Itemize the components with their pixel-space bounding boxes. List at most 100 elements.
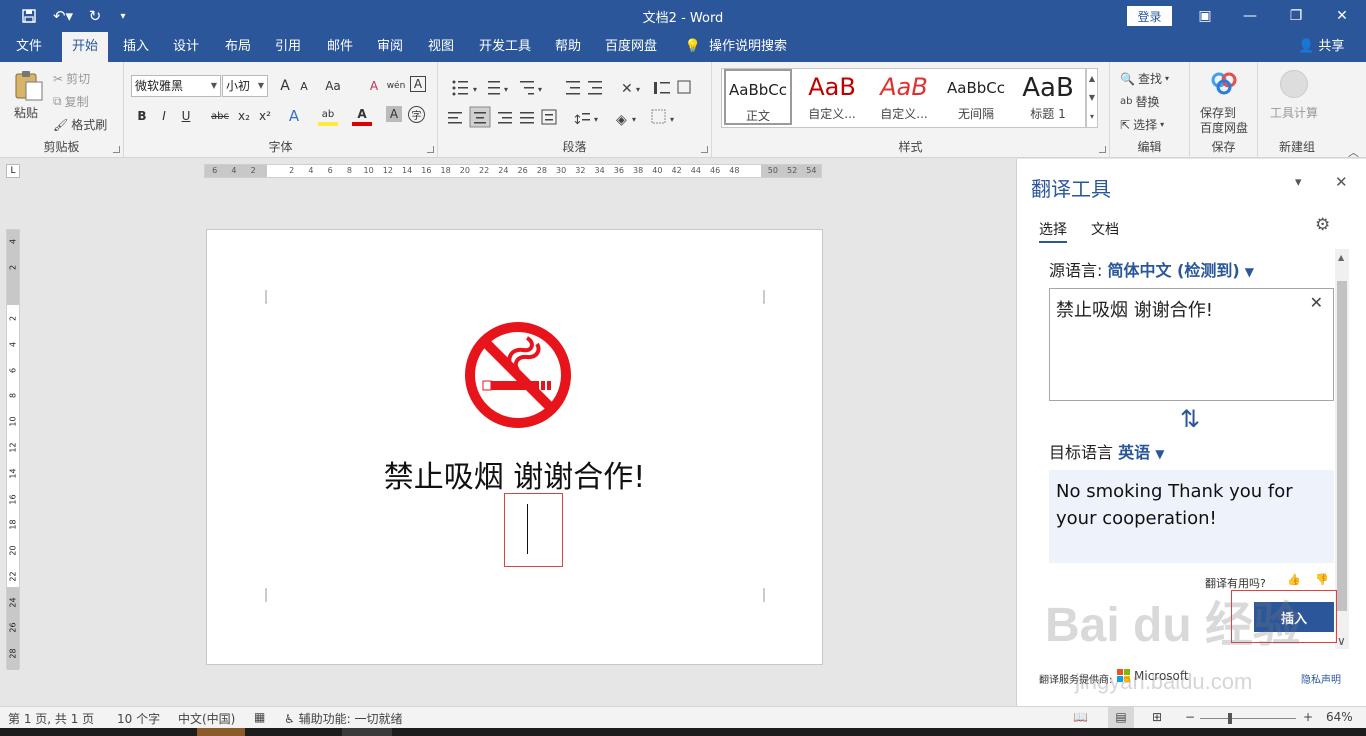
subscript-icon[interactable]: x₂ <box>234 106 254 126</box>
print-layout-icon[interactable]: ▤ <box>1108 707 1134 728</box>
scroll-up-icon[interactable]: ▲ <box>1338 253 1344 262</box>
clipboard-launcher-icon[interactable] <box>113 146 120 153</box>
tab-mailings[interactable]: 邮件 <box>320 32 360 62</box>
word-count[interactable]: 10 个字 <box>117 710 160 727</box>
accessibility-status[interactable]: ♿ 辅助功能: 一切就绪 <box>284 710 402 727</box>
format-painter-button[interactable]: 🖌 格式刷 <box>53 116 107 133</box>
tab-insert[interactable]: 插入 <box>116 32 156 62</box>
maximize-button[interactable]: ❐ <box>1276 4 1316 28</box>
taskbar-app[interactable] <box>197 728 245 736</box>
clear-format-icon[interactable]: A <box>364 76 384 96</box>
read-mode-icon[interactable]: 📖 <box>1073 710 1088 724</box>
italic-icon[interactable]: I <box>154 106 174 126</box>
privacy-link[interactable]: 隐私声明 <box>1301 671 1341 686</box>
font-size-select[interactable]: 小初 ▼ <box>222 75 268 97</box>
find-button[interactable]: 🔍 查找 ▾ <box>1120 70 1169 87</box>
source-text-box[interactable]: 禁止吸烟 谢谢合作! ✕ <box>1049 288 1334 401</box>
share-button[interactable]: 👤 共享 <box>1298 32 1344 62</box>
web-layout-icon[interactable]: ⊞ <box>1152 710 1162 724</box>
select-button[interactable]: ⇱ 选择 ▾ <box>1120 116 1164 133</box>
tab-layout[interactable]: 布局 <box>218 32 258 62</box>
style-custom-2[interactable]: AaB 自定义... <box>868 69 940 127</box>
enclose-char-icon[interactable]: 字 <box>408 106 425 123</box>
pane-close-icon[interactable]: ✕ <box>1335 173 1348 191</box>
char-shading-icon[interactable]: A <box>386 106 402 122</box>
bold-icon[interactable]: B <box>132 106 152 126</box>
vertical-ruler[interactable]: 4 2 2 4 6 8 10 12 14 16 18 20 22 24 26 28 <box>6 229 20 670</box>
style-heading-1[interactable]: AaB 标题 1 <box>1012 69 1084 127</box>
paragraph-launcher-icon[interactable] <box>701 146 708 153</box>
font-launcher-icon[interactable] <box>427 146 434 153</box>
char-border-icon[interactable]: A <box>410 76 426 92</box>
tool-calc-button[interactable]: 工具计算 <box>1270 104 1318 121</box>
highlight-icon[interactable]: ab <box>318 106 338 126</box>
underline-icon[interactable]: U <box>176 106 196 126</box>
tab-selection[interactable]: 选择 <box>1039 219 1067 243</box>
page-count[interactable]: 第 1 页, 共 1 页 <box>8 710 94 727</box>
minimize-button[interactable]: — <box>1230 4 1270 28</box>
tab-file[interactable]: 文件 <box>8 32 50 62</box>
paste-button[interactable]: 粘贴 <box>14 104 38 121</box>
ruler-tick-label: 38 <box>633 166 644 175</box>
styles-launcher-icon[interactable] <box>1099 146 1106 153</box>
font-color-icon[interactable]: A <box>352 106 372 126</box>
thumbs-down-icon[interactable]: 👎 <box>1315 573 1329 586</box>
tab-view[interactable]: 视图 <box>421 32 461 62</box>
style-normal[interactable]: AaBbCc 正文 <box>724 69 792 125</box>
document-page[interactable]: 禁止吸烟 谢谢合作! <box>206 229 823 665</box>
cut-button[interactable]: ✂ 剪切 <box>53 70 90 87</box>
tab-selector[interactable]: L <box>6 164 20 178</box>
strikethrough-icon[interactable]: abc <box>208 106 232 126</box>
tab-baidu-pan[interactable]: 百度网盘 <box>600 32 662 62</box>
target-language[interactable]: 目标语言 英语 ▼ <box>1049 439 1164 463</box>
baidu-pan-icon[interactable] <box>1210 70 1238 99</box>
change-case-icon[interactable]: Aa <box>320 76 346 96</box>
taskbar-app[interactable] <box>342 728 392 736</box>
tab-review[interactable]: 审阅 <box>370 32 410 62</box>
save-to-pan-line2[interactable]: 百度网盘 <box>1200 119 1248 136</box>
zoom-slider-thumb[interactable] <box>1228 713 1232 724</box>
styles-scroll[interactable]: ▲ ▼ ▾ <box>1086 68 1098 128</box>
tab-references[interactable]: 引用 <box>268 32 308 62</box>
tab-help[interactable]: 帮助 <box>548 32 588 62</box>
language-status[interactable]: 中文(中国) <box>178 710 235 727</box>
copy-button[interactable]: ⧉ 复制 <box>53 93 89 110</box>
swap-languages-icon[interactable]: ⇅ <box>1180 405 1200 433</box>
pane-options-icon[interactable]: ▾ <box>1295 175 1302 190</box>
login-button[interactable]: 登录 <box>1127 6 1172 26</box>
shrink-font-icon[interactable]: A <box>294 76 314 96</box>
document-area[interactable]: L 6 4 2 2 4 6 8 10 12 14 16 18 20 22 24 26 28 30 32 34 36 38 4… <box>0 159 1016 706</box>
calculator-icon[interactable] <box>1280 70 1308 98</box>
phonetic-guide-icon[interactable]: wén <box>386 76 406 96</box>
zoom-in-icon[interactable]: + <box>1303 710 1313 724</box>
scrollbar-thumb[interactable] <box>1337 281 1347 611</box>
clear-source-icon[interactable]: ✕ <box>1310 293 1323 312</box>
text-effects-icon[interactable]: A <box>284 106 304 126</box>
source-language[interactable]: 源语言: 简体中文 (检测到) ▼ <box>1049 257 1254 281</box>
settings-icon[interactable]: ⚙ <box>1315 215 1330 235</box>
superscript-icon[interactable]: x² <box>255 106 275 126</box>
scroll-down-icon[interactable]: ∨ <box>1337 634 1346 648</box>
zoom-slider[interactable] <box>1200 713 1296 724</box>
tab-developer[interactable]: 开发工具 <box>474 32 536 62</box>
macro-record-icon[interactable]: ▦ <box>254 710 265 724</box>
tell-me-search[interactable]: 操作说明搜索 <box>706 32 790 62</box>
font-name-select[interactable]: 微软雅黑 ▼ <box>131 75 221 97</box>
tab-design[interactable]: 设计 <box>166 32 206 62</box>
document-text[interactable]: 禁止吸烟 谢谢合作! <box>207 452 822 496</box>
tab-home[interactable]: 开始 <box>62 32 108 62</box>
zoom-level[interactable]: 64% <box>1326 710 1353 724</box>
grow-font-icon[interactable]: A <box>275 76 295 96</box>
zoom-out-icon[interactable]: − <box>1185 710 1195 724</box>
replace-button[interactable]: ab 替换 <box>1120 93 1160 110</box>
paste-icon[interactable] <box>12 70 46 102</box>
pane-scrollbar[interactable]: ▲ <box>1335 249 1349 649</box>
ruler-tick-label: 28 <box>536 166 547 175</box>
collapse-ribbon-icon[interactable]: ︿ <box>1348 144 1359 160</box>
ribbon-display-icon[interactable]: ▣ <box>1185 4 1225 28</box>
close-button[interactable]: ✕ <box>1322 4 1362 28</box>
style-no-spacing[interactable]: AaBbCc 无间隔 <box>940 69 1012 127</box>
horizontal-ruler[interactable]: 6 4 2 2 4 6 8 10 12 14 16 18 20 22 24 26 28 30 32 34 36 38 40 4… <box>204 164 822 178</box>
tab-document[interactable]: 文档 <box>1091 219 1119 239</box>
style-custom-1[interactable]: AaB 自定义... <box>796 69 868 127</box>
